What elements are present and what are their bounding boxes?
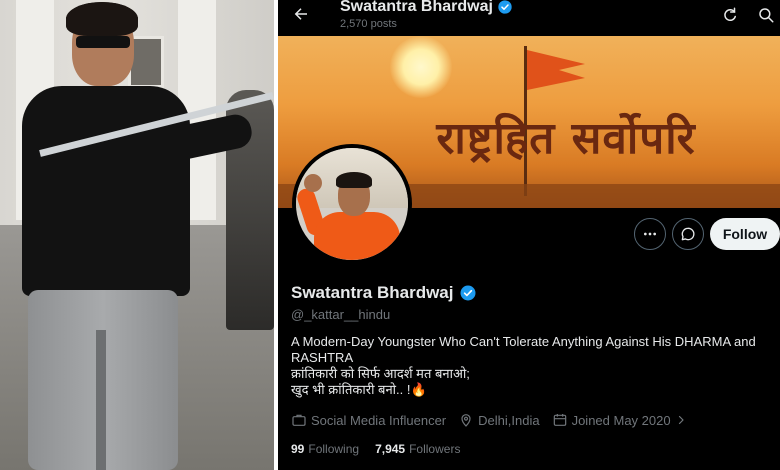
person-hair <box>66 2 138 36</box>
person-torso <box>22 86 190 296</box>
following-link[interactable]: 99 Following <box>291 442 359 456</box>
follow-button[interactable]: Follow <box>710 218 780 250</box>
chevron-right-icon <box>678 415 684 425</box>
refresh-button[interactable] <box>718 3 742 27</box>
sunglasses <box>76 36 130 48</box>
profile-header-bar: Swatantra Bhardwaj 2,570 posts <box>278 0 780 36</box>
verified-badge-icon[interactable] <box>459 284 477 302</box>
refresh-icon <box>724 7 736 21</box>
profile-stats: 99 Following 7,945 Followers <box>291 442 476 456</box>
profile-meta: Social Media Influencer Delhi,India Join… <box>291 412 699 428</box>
category-item: Social Media Influencer <box>291 412 446 428</box>
more-icon <box>644 232 656 236</box>
joined-item[interactable]: Joined May 2020 <box>552 412 687 428</box>
search-button[interactable] <box>754 3 778 27</box>
back-button[interactable] <box>288 2 314 26</box>
profile-name-row: Swatantra Bhardwaj <box>291 283 477 303</box>
location-item: Delhi,India <box>458 412 540 428</box>
bio-line: A Modern-Day Youngster Who Can't Tolerat… <box>291 334 756 349</box>
bio-line: RASHTRA <box>291 350 354 365</box>
following-label: Following <box>308 442 360 456</box>
avatar-hair <box>336 172 372 188</box>
location-pin-icon <box>461 414 471 427</box>
header-title: Swatantra Bhardwaj <box>340 0 513 16</box>
followers-label: Followers <box>409 442 461 456</box>
following-count: 99 <box>291 442 305 456</box>
display-name: Swatantra Bhardwaj <box>291 283 454 302</box>
jeans-seam <box>96 330 106 470</box>
category-label: Social Media Influencer <box>311 412 447 428</box>
followers-link[interactable]: 7,945 Followers <box>375 442 460 456</box>
avatar[interactable] <box>292 144 412 264</box>
banner-text: राष्ट्रहित सर्वोपरि <box>436 113 696 164</box>
header-display-name: Swatantra Bhardwaj <box>340 0 493 15</box>
avatar-body <box>314 212 400 260</box>
search-icon <box>759 8 774 23</box>
more-button[interactable] <box>634 218 666 250</box>
message-icon <box>681 227 695 241</box>
joined-label: Joined May 2020 <box>571 412 671 428</box>
calendar-icon <box>553 414 566 426</box>
saffron-flag <box>527 50 585 90</box>
posts-count: 2,570 posts <box>340 18 397 30</box>
arrow-left-icon <box>294 8 307 20</box>
message-button[interactable] <box>672 218 704 250</box>
briefcase-icon <box>292 414 306 426</box>
location-label: Delhi,India <box>478 412 540 428</box>
photo-panel <box>0 0 274 470</box>
verified-badge-icon <box>498 0 512 14</box>
bio-line: क्रांतिकारी को सिर्फ आदर्श मत बनाओ; <box>291 366 470 381</box>
sun <box>390 36 452 98</box>
bio-line: खुद भी क्रांतिकारी बनो.. !🔥 <box>291 382 427 397</box>
user-handle: @_kattar__hindu <box>291 307 391 322</box>
profile-bio: A Modern-Day Youngster Who Can't Tolerat… <box>291 334 771 398</box>
profile-screen: Swatantra Bhardwaj 2,570 posts राष्ट्रहि… <box>278 0 780 470</box>
avatar-fist <box>304 174 322 192</box>
followers-count: 7,945 <box>375 442 406 456</box>
